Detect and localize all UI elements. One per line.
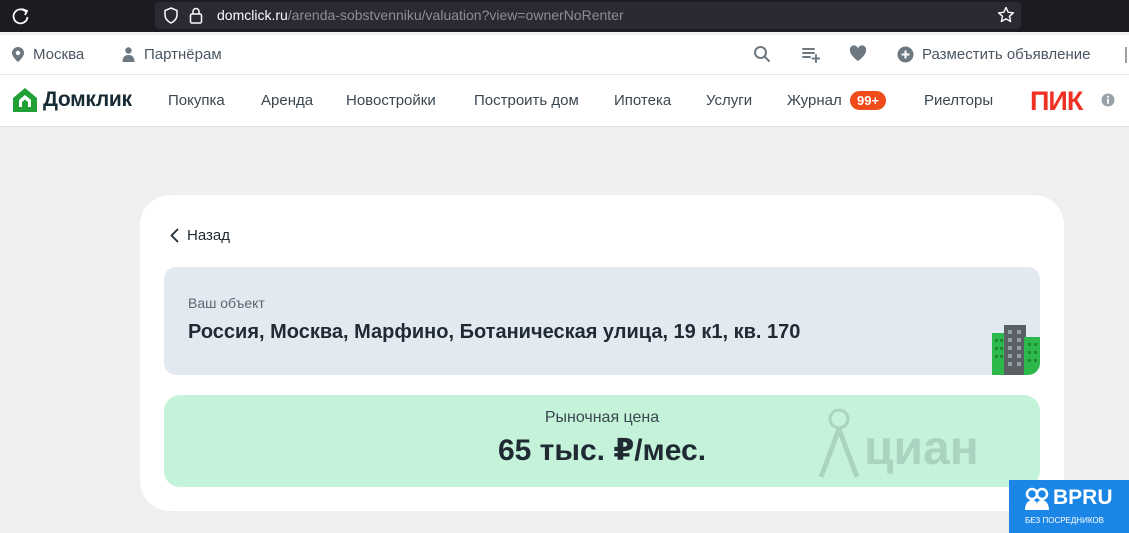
people-icon — [1025, 487, 1049, 510]
market-price-panel: циан Рыночная цена 65 тыс. ₽/мес. — [164, 395, 1040, 487]
post-ad-button[interactable]: Разместить объявление — [897, 46, 1090, 63]
back-label: Назад — [187, 227, 230, 244]
heart-icon[interactable] — [849, 45, 867, 62]
lock-icon[interactable] — [189, 7, 203, 24]
nav-item-realtors[interactable]: Риелторы — [924, 92, 993, 109]
house-logo-icon — [13, 88, 37, 112]
nav-item-buy[interactable]: Покупка — [168, 92, 225, 109]
object-panel: Ваш объект Россия, Москва, Марфино, Бота… — [164, 267, 1040, 375]
bpru-badge[interactable]: BPRU БЕЗ ПОСРЕДНИКОВ — [1009, 480, 1129, 533]
url-path: /arenda-sobstvenniku/valuation?view=owne… — [287, 7, 624, 23]
city-label: Москва — [33, 46, 85, 63]
shield-icon[interactable] — [163, 7, 179, 24]
search-icon[interactable] — [753, 45, 771, 63]
nav-item-new-buildings[interactable]: Новостройки — [346, 92, 436, 109]
logo-text: Домклик — [43, 88, 132, 111]
nav-item-journal[interactable]: Журнал — [787, 92, 842, 109]
back-button[interactable]: Назад — [170, 227, 230, 244]
bpru-subtitle: БЕЗ ПОСРЕДНИКОВ — [1025, 516, 1104, 525]
bookmark-star-icon[interactable] — [997, 6, 1015, 24]
pik-logo[interactable]: ПИК — [1030, 86, 1083, 117]
nav-item-services[interactable]: Услуги — [706, 92, 752, 109]
domclick-logo[interactable]: Домклик — [11, 86, 132, 114]
nav-item-mortgage[interactable]: Ипотека — [614, 92, 671, 109]
journal-badge: 99+ — [850, 91, 887, 110]
city-selector[interactable]: Москва — [11, 46, 84, 63]
object-address: Россия, Москва, Марфино, Ботаническая ул… — [188, 321, 801, 343]
top-utility-bar: Москва Партнёрам Разместить объявление — [0, 35, 1129, 75]
reload-icon[interactable] — [10, 5, 32, 27]
valuation-card: Назад Ваш объект Россия, Москва, Марфино… — [140, 195, 1064, 511]
url-text: domclick.ru/arenda-sobstvenniku/valuatio… — [217, 7, 624, 23]
compare-list-icon[interactable] — [802, 45, 820, 63]
partners-link[interactable]: Партнёрам — [121, 46, 222, 63]
main-navigation: Домклик Покупка Аренда Новостройки Постр… — [0, 75, 1129, 127]
market-price-label: Рыночная цена — [544, 409, 660, 426]
nav-item-build-house[interactable]: Построить дом — [474, 92, 579, 109]
plus-circle-icon — [897, 46, 914, 63]
chevron-left-icon — [170, 228, 179, 243]
partners-label: Партнёрам — [144, 46, 222, 63]
url-host: domclick.ru — [217, 7, 288, 23]
building-icon — [992, 325, 1040, 375]
market-price-value: 65 тыс. ₽/мес. — [497, 434, 707, 467]
address-bar[interactable]: domclick.ru/arenda-sobstvenniku/valuatio… — [155, 2, 1021, 29]
more-menu-edge[interactable] — [1125, 47, 1129, 63]
location-pin-icon — [12, 47, 24, 62]
nav-item-rent[interactable]: Аренда — [261, 92, 313, 109]
browser-toolbar: domclick.ru/arenda-sobstvenniku/valuatio… — [0, 0, 1129, 32]
partner-person-icon — [122, 47, 135, 62]
bpru-title: BPRU — [1053, 486, 1113, 509]
info-icon[interactable] — [1101, 93, 1115, 107]
object-label: Ваш объект — [188, 295, 265, 311]
post-ad-label: Разместить объявление — [922, 46, 1091, 63]
